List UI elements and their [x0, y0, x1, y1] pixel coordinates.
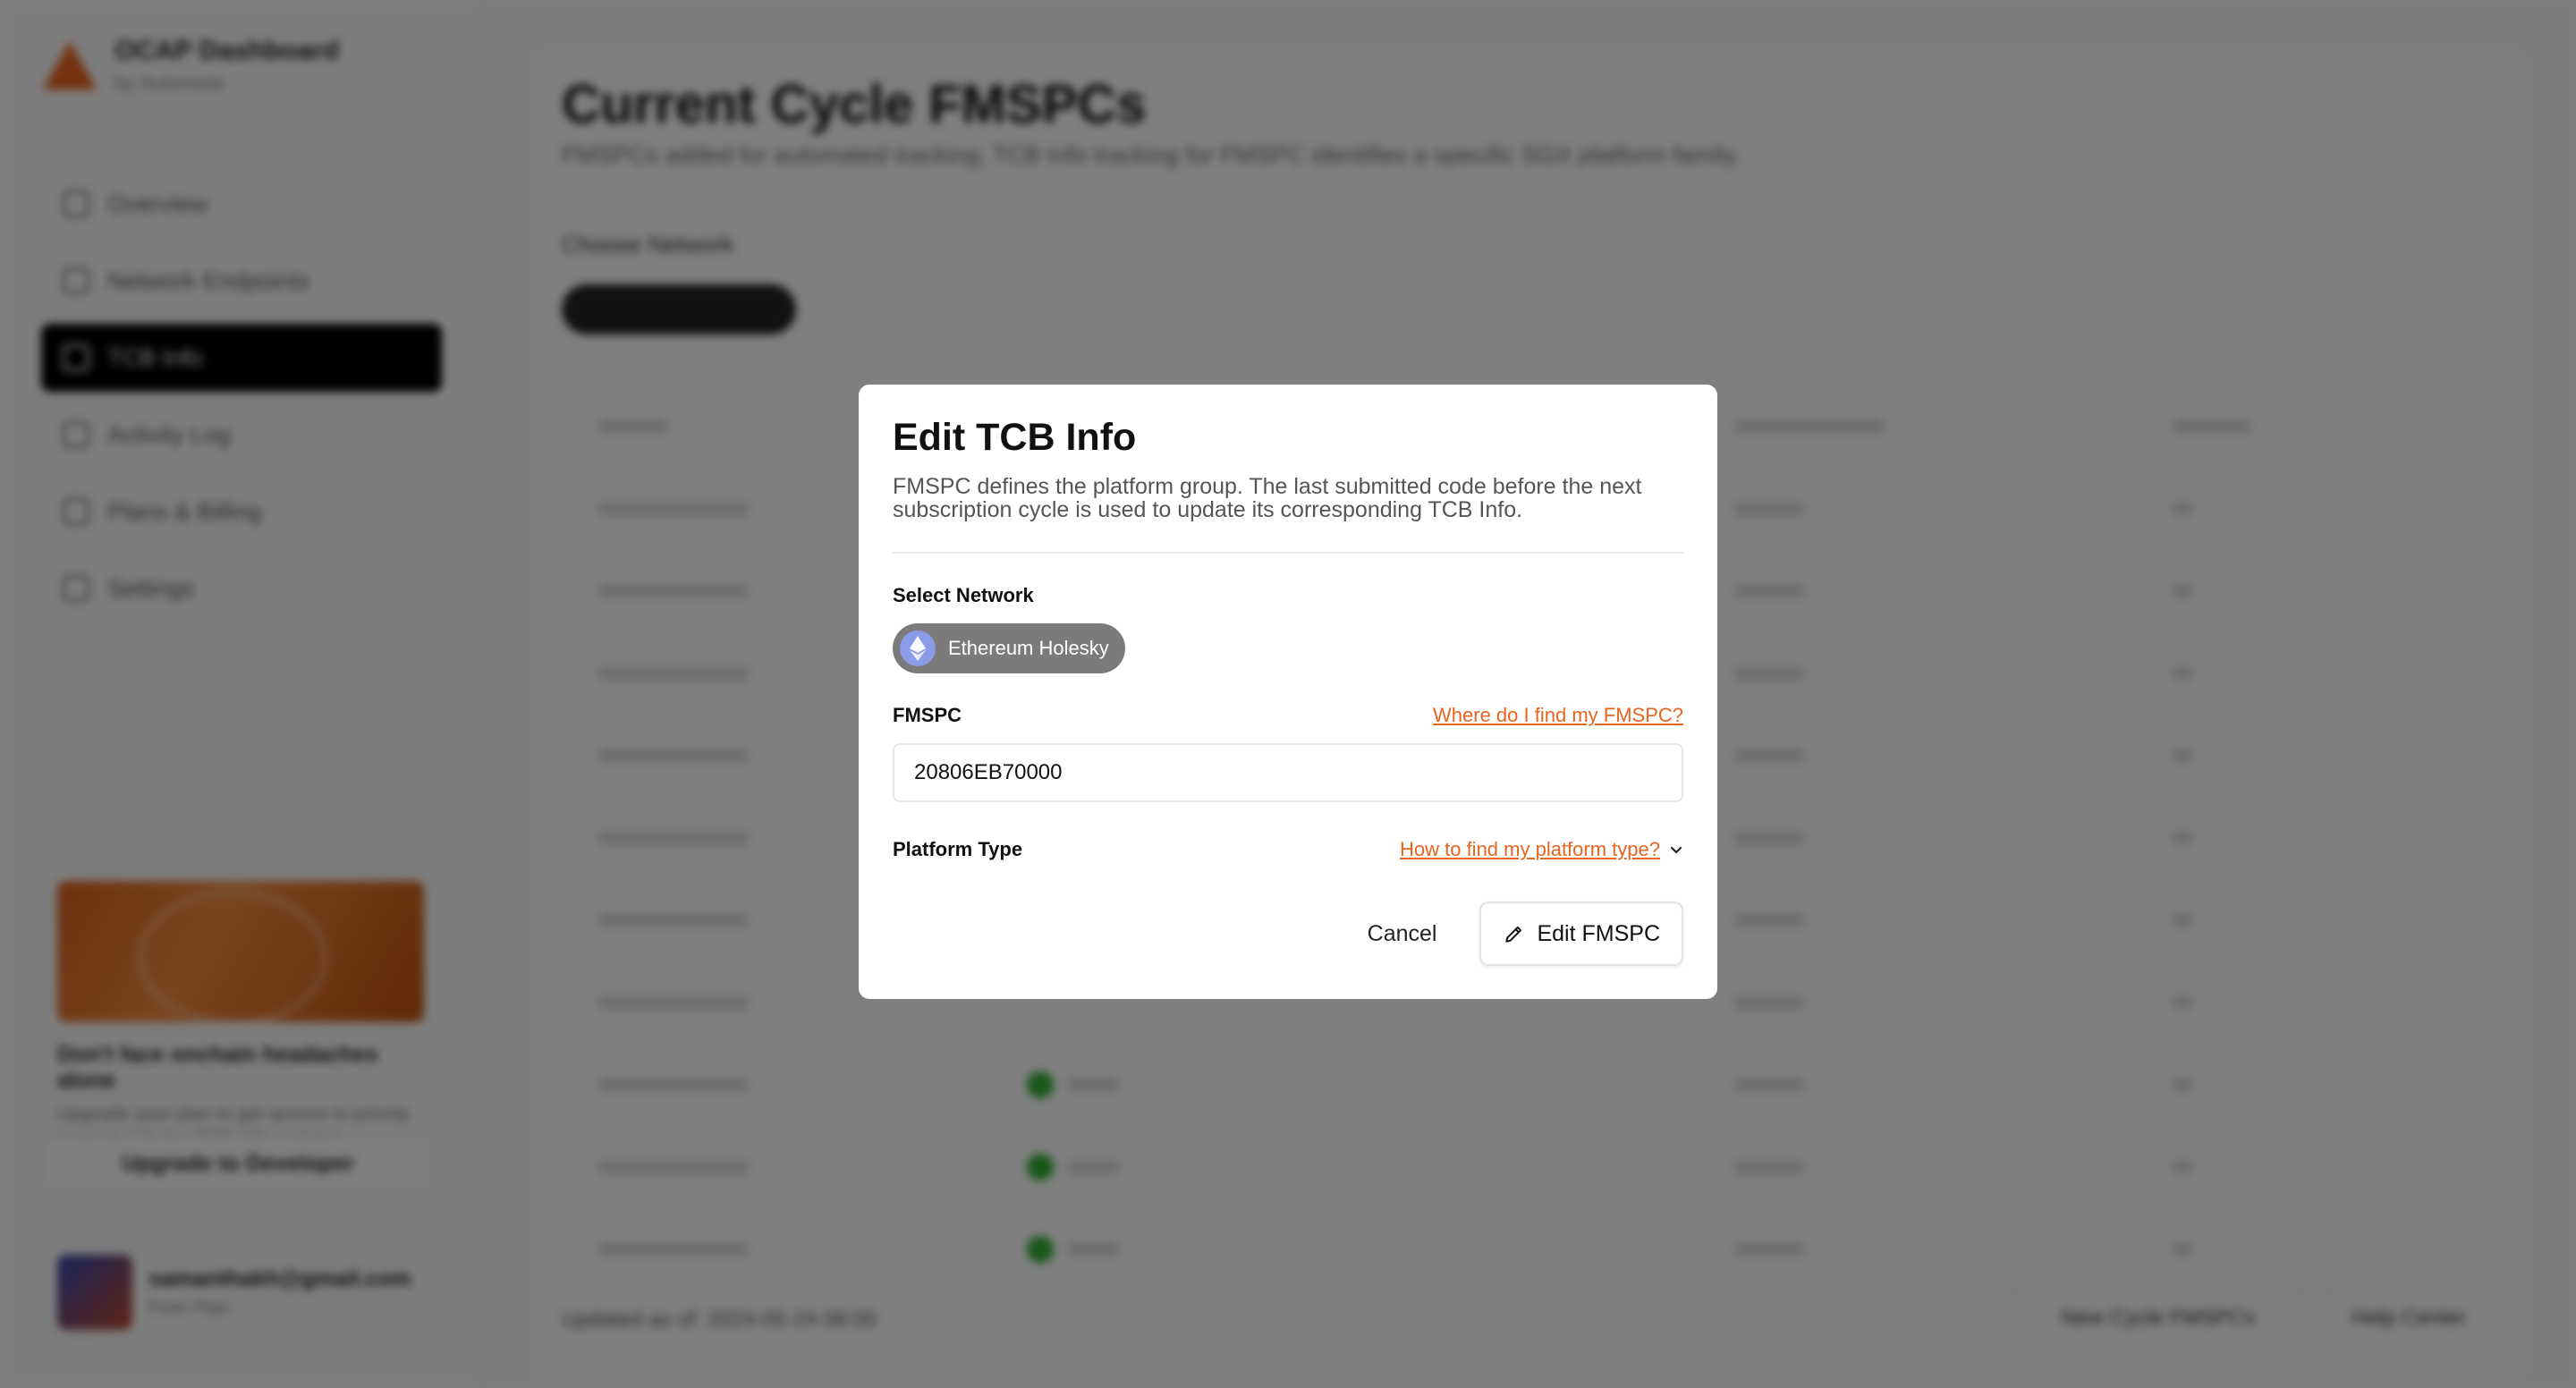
platform-help-link[interactable]: How to find my platform type? [1400, 838, 1660, 861]
modal-title: Edit TCB Info [893, 416, 1137, 459]
platform-type-label: Platform Type [893, 838, 1023, 860]
chevron-down-icon [1670, 846, 1682, 854]
edit-fmspc-label: Edit FMSPC [1537, 920, 1660, 946]
modal-actions: Cancel Edit FMSPC [1352, 901, 1683, 966]
edit-tcb-info-modal: Edit TCB Info FMSPC defines the platform… [859, 385, 1717, 999]
modal-divider [893, 552, 1683, 554]
fmspc-help-link[interactable]: Where do I find my FMSPC? [1433, 704, 1683, 727]
ethereum-icon [900, 631, 936, 666]
fmspc-input[interactable] [893, 743, 1683, 802]
network-chip-label: Ethereum Holesky [948, 637, 1109, 659]
select-network-label: Select Network [893, 584, 1034, 606]
fmspc-label: FMSPC [893, 704, 962, 726]
pencil-icon [1505, 926, 1522, 943]
fmspc-label-row: FMSPC Where do I find my FMSPC? [893, 704, 1683, 727]
edit-fmspc-button[interactable]: Edit FMSPC [1479, 901, 1683, 966]
platform-help-toggle[interactable]: How to find my platform type? [1400, 838, 1683, 861]
platform-type-row: Platform Type How to find my platform ty… [893, 838, 1683, 861]
modal-description: FMSPC defines the platform group. The la… [893, 474, 1642, 522]
cancel-button[interactable]: Cancel [1352, 905, 1453, 963]
network-chip-ethereum-holesky[interactable]: Ethereum Holesky [893, 623, 1125, 673]
